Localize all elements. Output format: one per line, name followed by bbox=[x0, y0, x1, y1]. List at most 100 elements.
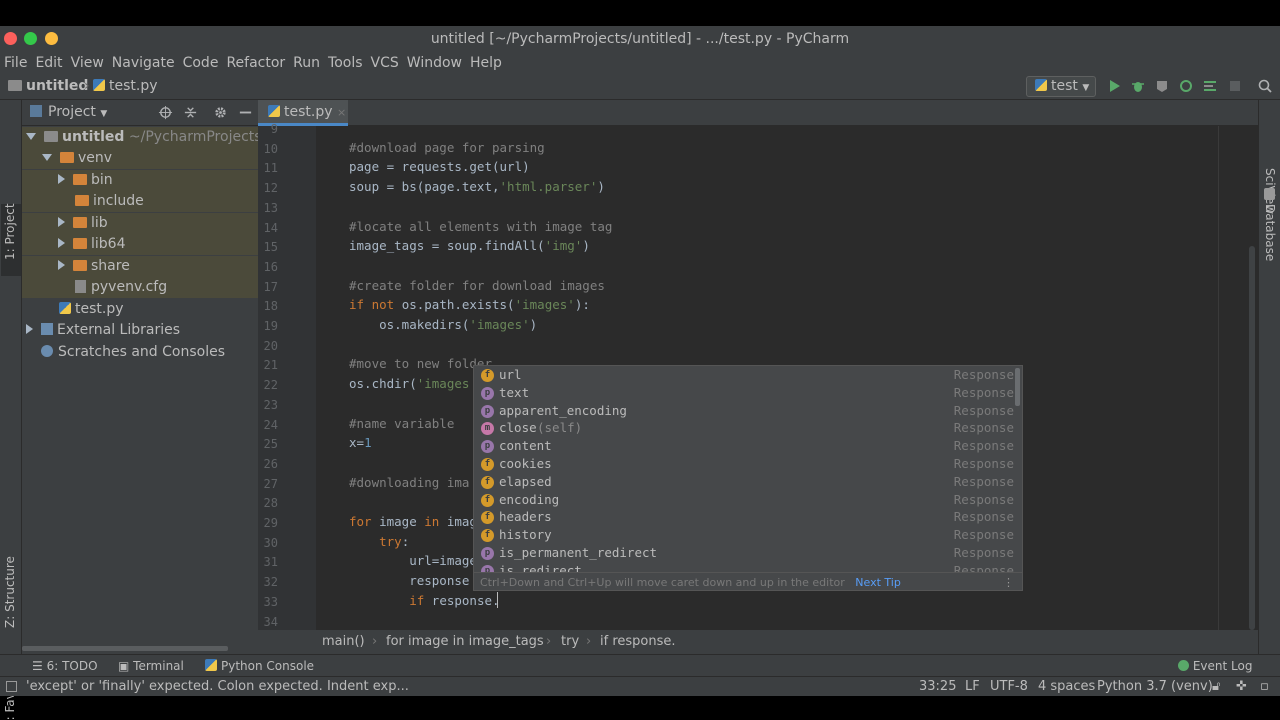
line-separator[interactable]: LF bbox=[965, 677, 980, 697]
inspection-icon[interactable]: ✜ bbox=[1236, 677, 1247, 697]
tree-item-share[interactable]: share bbox=[22, 256, 258, 277]
next-tip-link[interactable]: Next Tip bbox=[855, 576, 901, 589]
code-line[interactable]: if not os.path.exists('images'): bbox=[349, 297, 590, 312]
completion-item-history[interactable]: f history Response bbox=[474, 526, 1014, 544]
file-encoding[interactable]: UTF-8 bbox=[990, 677, 1028, 697]
tool-tab-database[interactable]: Database bbox=[1263, 204, 1277, 261]
python-interpreter[interactable]: Python 3.7 (venv) bbox=[1097, 677, 1213, 697]
tool-python-console[interactable]: Python Console bbox=[205, 655, 314, 677]
tree-item-lib[interactable]: lib bbox=[22, 213, 258, 234]
menu-tools[interactable]: Tools bbox=[328, 55, 363, 71]
tree-item-untitled[interactable]: untitled ~/PycharmProjects/unt bbox=[22, 127, 290, 148]
notifications-icon[interactable]: ▫ bbox=[1260, 677, 1269, 697]
popup-scrollbar[interactable] bbox=[1015, 368, 1020, 406]
hide-panel-icon[interactable] bbox=[238, 105, 253, 120]
tool-terminal[interactable]: ▣ Terminal bbox=[118, 655, 184, 677]
completion-item-is-permanent-redirect[interactable]: p is_permanent_redirect Response bbox=[474, 544, 1014, 562]
status-message[interactable]: 'except' or 'finally' expected. Colon ex… bbox=[26, 677, 409, 697]
completion-item-elapsed[interactable]: f elapsed Response bbox=[474, 473, 1014, 491]
tree-item-bin[interactable]: bin bbox=[22, 170, 258, 191]
completion-item-encoding[interactable]: f encoding Response bbox=[474, 491, 1014, 509]
nav-project[interactable]: untitled bbox=[8, 78, 88, 94]
collapse-all-icon[interactable] bbox=[183, 105, 198, 120]
run-icon[interactable] bbox=[1106, 78, 1122, 94]
vertical-scrollbar[interactable] bbox=[1249, 246, 1255, 630]
tool-tab-structure[interactable]: Z: Structure bbox=[3, 556, 17, 628]
tree-item-include[interactable]: include bbox=[22, 191, 258, 212]
nav-separator: › bbox=[84, 78, 90, 94]
code-line[interactable]: try: bbox=[349, 534, 409, 549]
menu-run[interactable]: Run bbox=[293, 55, 320, 71]
folder-icon bbox=[8, 80, 22, 91]
locate-icon[interactable] bbox=[158, 105, 173, 120]
code-line[interactable]: #create folder for download images bbox=[349, 278, 605, 293]
code-line[interactable]: soup = bs(page.text,'html.parser') bbox=[349, 179, 605, 194]
horizontal-scrollbar[interactable] bbox=[22, 646, 228, 651]
menu-vcs[interactable]: VCS bbox=[371, 55, 399, 71]
code-line[interactable]: image_tags = soup.findAll('img') bbox=[349, 238, 590, 253]
close-window-button[interactable] bbox=[4, 32, 17, 45]
gear-icon[interactable] bbox=[213, 105, 228, 120]
menu-navigate[interactable]: Navigate bbox=[112, 55, 175, 71]
menu-code[interactable]: Code bbox=[183, 55, 219, 71]
code-line[interactable]: if response. bbox=[349, 593, 499, 608]
code-line[interactable]: #move to new folder bbox=[349, 356, 492, 371]
tree-item-external-libraries[interactable]: External Libraries bbox=[22, 320, 258, 341]
breadcrumb-if[interactable]: if response. bbox=[600, 630, 676, 654]
code-line[interactable]: for image in imag bbox=[349, 514, 477, 529]
caret-position[interactable]: 33:25 bbox=[919, 677, 956, 697]
menu-file[interactable]: File bbox=[4, 55, 27, 71]
line-number: 29 bbox=[263, 516, 278, 530]
breadcrumb-main[interactable]: main() bbox=[322, 630, 365, 654]
tree-item-lib64[interactable]: lib64 bbox=[22, 234, 258, 255]
completion-item-text[interactable]: p text Response bbox=[474, 384, 1014, 402]
run-configuration-select[interactable]: test ▼ bbox=[1026, 76, 1096, 97]
tool-event-log[interactable]: Event Log bbox=[1178, 655, 1252, 677]
tree-item-scratches[interactable]: Scratches and Consoles bbox=[22, 342, 258, 363]
code-line[interactable]: os.makedirs('images') bbox=[349, 317, 537, 332]
completion-item-headers[interactable]: f headers Response bbox=[474, 508, 1014, 526]
minimize-window-button[interactable] bbox=[45, 32, 58, 45]
breadcrumb-try[interactable]: try bbox=[561, 630, 579, 654]
stop-icon[interactable] bbox=[1227, 78, 1243, 94]
tree-item-venv[interactable]: venv bbox=[22, 148, 258, 169]
completion-item-cookies[interactable]: f cookies Response bbox=[474, 455, 1014, 473]
code-line[interactable]: #downloading ima bbox=[349, 475, 469, 490]
completion-item-content[interactable]: p content Response bbox=[474, 437, 1014, 455]
nav-file[interactable]: test.py bbox=[93, 78, 158, 94]
completion-item-url[interactable]: f url Response bbox=[474, 366, 1014, 384]
menu-window[interactable]: Window bbox=[407, 55, 462, 71]
maximize-window-button[interactable] bbox=[24, 32, 37, 45]
completion-item-is-redirect[interactable]: p is_redirect Response bbox=[474, 562, 1014, 572]
close-tab-icon[interactable]: × bbox=[337, 106, 346, 119]
code-line[interactable]: response bbox=[349, 573, 469, 588]
tool-todo[interactable]: ☰ 6: TODO bbox=[32, 655, 98, 677]
breadcrumb-for-loop[interactable]: for image in image_tags bbox=[386, 630, 544, 654]
code-line[interactable]: #download page for parsing bbox=[349, 140, 545, 155]
tree-item-pyvenv-cfg[interactable]: pyvenv.cfg bbox=[22, 277, 258, 298]
project-view-select[interactable]: Project ▼ bbox=[48, 104, 107, 120]
menu-view[interactable]: View bbox=[71, 55, 104, 71]
code-line[interactable]: #locate all elements with image tag bbox=[349, 219, 612, 234]
completion-item-close[interactable]: m close (self) Response bbox=[474, 419, 1014, 437]
toggle-tool-windows-icon[interactable] bbox=[6, 681, 17, 692]
code-line[interactable]: #name variable bbox=[349, 416, 454, 431]
menu-refactor[interactable]: Refactor bbox=[226, 55, 285, 71]
profile-icon[interactable] bbox=[1178, 78, 1194, 94]
debug-icon[interactable] bbox=[1130, 78, 1146, 94]
tree-item-test-py[interactable]: test.py bbox=[22, 299, 258, 320]
indent-setting[interactable]: 4 spaces bbox=[1038, 677, 1095, 697]
completion-item-apparent-encoding[interactable]: p apparent_encoding Response bbox=[474, 402, 1014, 420]
search-icon[interactable] bbox=[1257, 78, 1273, 94]
concurrency-icon[interactable] bbox=[1202, 78, 1218, 94]
code-line[interactable]: page = requests.get(url) bbox=[349, 159, 530, 174]
tool-tab-project[interactable]: 1: Project bbox=[3, 203, 17, 260]
more-options-icon[interactable]: ⋮ bbox=[1003, 573, 1014, 592]
code-line[interactable]: x=1 bbox=[349, 435, 372, 450]
lock-icon[interactable]: 🔓︎ bbox=[1212, 677, 1220, 697]
menu-help[interactable]: Help bbox=[470, 55, 502, 71]
code-line[interactable]: os.chdir('images bbox=[349, 376, 469, 391]
menu-edit[interactable]: Edit bbox=[35, 55, 62, 71]
code-line[interactable]: url=image bbox=[349, 553, 477, 568]
coverage-icon[interactable] bbox=[1154, 78, 1170, 94]
